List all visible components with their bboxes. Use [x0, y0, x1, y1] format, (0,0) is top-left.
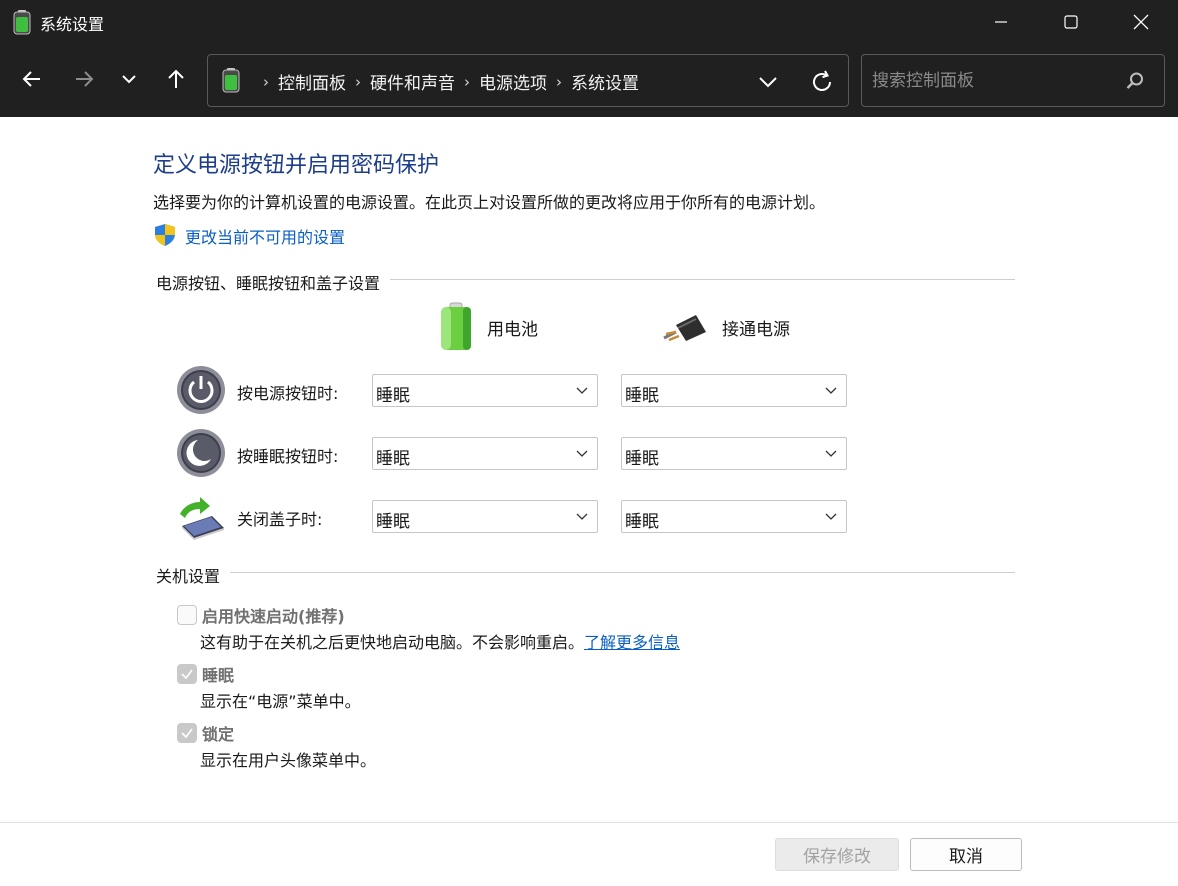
lid-battery-select[interactable]: 睡眠 [372, 500, 598, 533]
select-value: 睡眠 [625, 386, 659, 406]
learn-more-link[interactable]: 了解更多信息 [584, 633, 680, 652]
breadcrumb-item-hardware-sound[interactable]: 硬件和声音 [370, 69, 455, 94]
chevron-down-icon [825, 387, 837, 394]
forward-button[interactable] [66, 61, 102, 97]
sleep-option-label: 睡眠 [202, 666, 235, 685]
window-title: 系统设置 [40, 15, 105, 34]
back-arrow-icon [22, 71, 40, 87]
breadcrumb-separator: › [263, 72, 269, 91]
breadcrumb-separator[interactable]: › [355, 73, 361, 91]
checkmark-icon [181, 669, 193, 680]
lid-plugged-select[interactable]: 睡眠 [621, 500, 847, 533]
section-divider [156, 572, 1015, 573]
chevron-down-icon [825, 450, 837, 457]
uac-shield-icon [155, 224, 175, 246]
plugged-in-column-header: 接通电源 [662, 310, 790, 344]
address-dropdown-icon[interactable] [756, 70, 780, 94]
page-description: 选择要为你的计算机设置的电源设置。在此页上对设置所做的更改将应用于你所有的电源计… [153, 193, 826, 212]
lock-checkbox[interactable] [177, 723, 197, 743]
breadcrumb: › 控制面板 › 硬件和声音 › 电源选项 › 系统设置 [254, 69, 639, 95]
lid-row-label: 关闭盖子时: [237, 510, 323, 529]
select-value: 睡眠 [625, 512, 659, 532]
select-value: 睡眠 [625, 449, 659, 469]
chevron-down-icon [825, 513, 837, 520]
select-value: 睡眠 [376, 386, 410, 406]
battery-column-header: 用电池 [437, 302, 538, 352]
select-value: 睡眠 [376, 449, 410, 469]
title-bar: 系统设置 [0, 0, 1178, 44]
search-input[interactable] [872, 68, 1112, 94]
maximize-button[interactable] [1036, 0, 1106, 44]
minimize-icon [995, 21, 1007, 23]
sleep-option-description: 显示在“电源”菜单中。 [200, 692, 361, 711]
laptop-lid-icon [180, 497, 224, 540]
page-title: 定义电源按钮并启用密码保护 [153, 153, 440, 178]
lock-option-label: 锁定 [202, 725, 235, 744]
refresh-icon[interactable] [808, 68, 836, 96]
breadcrumb-item-control-panel[interactable]: 控制面板 [278, 69, 346, 94]
back-button[interactable] [14, 61, 50, 97]
up-button[interactable] [158, 61, 194, 97]
search-icon[interactable] [1124, 70, 1146, 92]
plugged-in-column-label: 接通电源 [722, 319, 790, 340]
breadcrumb-separator[interactable]: › [464, 73, 470, 91]
forward-arrow-icon [76, 71, 94, 87]
power-buttons-section-title: 电源按钮、睡眠按钮和盖子设置 [156, 270, 391, 294]
fast-startup-checkbox[interactable] [177, 605, 197, 625]
close-button[interactable] [1106, 0, 1176, 44]
search-box[interactable] [861, 54, 1165, 107]
breadcrumb-separator[interactable]: › [556, 73, 562, 91]
sleep-button-plugged-select[interactable]: 睡眠 [621, 437, 847, 470]
lock-option-description: 显示在用户头像菜单中。 [200, 751, 377, 770]
battery-icon [13, 10, 31, 35]
close-icon [1133, 14, 1149, 30]
select-value: 睡眠 [376, 512, 410, 532]
address-bar[interactable]: › 控制面板 › 硬件和声音 › 电源选项 › 系统设置 [207, 54, 849, 107]
power-plug-icon [663, 315, 706, 342]
minimize-button[interactable] [966, 0, 1036, 44]
shutdown-section-title: 关机设置 [156, 563, 231, 587]
battery-icon [222, 68, 240, 93]
cancel-button[interactable]: 取消 [910, 838, 1022, 871]
sleep-button-row-label: 按睡眠按钮时: [237, 447, 339, 466]
navigation-bar: › 控制面板 › 硬件和声音 › 电源选项 › 系统设置 [0, 44, 1178, 117]
change-unavailable-settings-link[interactable]: 更改当前不可用的设置 [185, 224, 345, 248]
battery-icon [441, 302, 471, 350]
maximize-icon [1064, 15, 1078, 29]
fast-startup-description: 这有助于在关机之后更快地启动电脑。不会影响重启。了解更多信息 [200, 629, 680, 653]
recent-locations-button[interactable] [111, 61, 147, 97]
breadcrumb-item-system-settings[interactable]: 系统设置 [571, 69, 639, 94]
sleep-button-battery-select[interactable]: 睡眠 [372, 437, 598, 470]
power-button-battery-select[interactable]: 睡眠 [372, 374, 598, 407]
chevron-down-icon [576, 513, 588, 520]
power-button-plugged-select[interactable]: 睡眠 [621, 374, 847, 407]
power-button-icon [177, 366, 225, 414]
battery-column-label: 用电池 [487, 319, 538, 340]
up-arrow-icon [168, 69, 184, 88]
breadcrumb-item-power-options[interactable]: 电源选项 [479, 69, 547, 94]
chevron-down-icon [122, 75, 136, 84]
sleep-button-icon [177, 429, 225, 477]
chevron-down-icon [576, 450, 588, 457]
footer-divider [0, 822, 1178, 823]
fast-startup-label: 启用快速启动(推荐) [202, 607, 345, 626]
checkmark-icon [181, 728, 193, 739]
sleep-checkbox[interactable] [177, 664, 197, 684]
power-button-row-label: 按电源按钮时: [237, 384, 339, 403]
chevron-down-icon [576, 387, 588, 394]
fast-startup-description-text: 这有助于在关机之后更快地启动电脑。不会影响重启。 [200, 633, 585, 652]
save-changes-button[interactable]: 保存修改 [775, 838, 899, 871]
